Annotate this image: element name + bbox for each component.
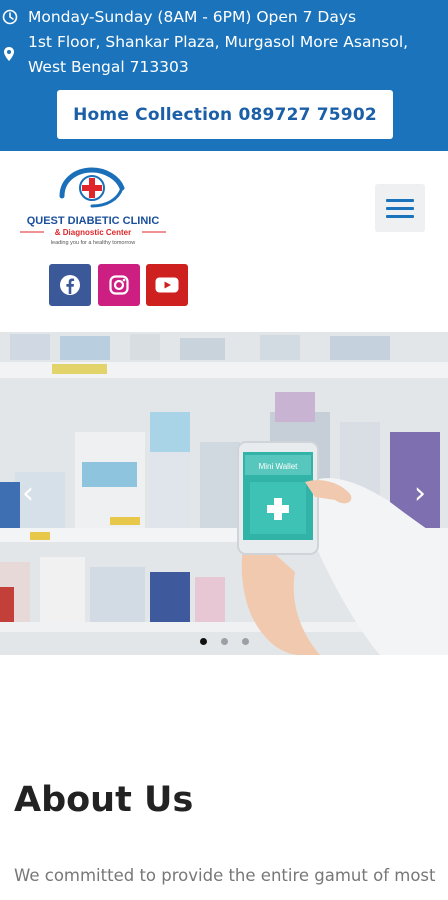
logo-name: QUEST DIABETIC CLINIC [27, 215, 160, 227]
slider-dot-3[interactable] [241, 638, 249, 645]
slider-dots [0, 638, 448, 645]
instagram-icon[interactable] [98, 264, 140, 306]
hero-slider: Mini Wallet ‹ › [0, 332, 448, 655]
logo-subtitle: & Diagnostic Center [55, 228, 131, 237]
pharmacy-shelf-image: Mini Wallet [0, 332, 448, 655]
slider-prev-arrow[interactable]: ‹ [16, 479, 40, 509]
youtube-icon[interactable] [146, 264, 188, 306]
facebook-icon[interactable] [49, 264, 91, 306]
top-info-bar: Monday-Sunday (8AM - 6PM) Open 7 Days 1s… [0, 0, 448, 151]
phone-screen-text: Mini Wallet [259, 462, 299, 471]
opening-hours: Monday-Sunday (8AM - 6PM) Open 7 Days [28, 8, 357, 26]
address-line-1: 1st Floor, Shankar Plaza, Murgasol More … [28, 33, 409, 51]
hamburger-menu-icon[interactable] [375, 184, 425, 232]
address-row: 1st Floor, Shankar Plaza, Murgasol More … [0, 30, 448, 80]
slider-dot-2[interactable] [220, 638, 228, 645]
clock-icon [2, 9, 18, 25]
hours-row: Monday-Sunday (8AM - 6PM) Open 7 Days [0, 5, 448, 30]
logo-tagline: leading you for a healthy tomorrow [51, 240, 135, 246]
home-collection-button[interactable]: Home Collection 089727 75902 [57, 90, 393, 139]
about-us-heading: About Us [14, 780, 194, 820]
clinic-logo[interactable]: QUEST DIABETIC CLINIC & Diagnostic Cente… [18, 166, 168, 250]
about-us-text: We committed to provide the entire gamut… [14, 866, 436, 885]
slider-next-arrow[interactable]: › [408, 479, 432, 509]
address-line-2: West Bengal 713303 [28, 58, 189, 76]
slider-dot-1[interactable] [199, 638, 207, 645]
map-pin-icon [4, 47, 14, 61]
